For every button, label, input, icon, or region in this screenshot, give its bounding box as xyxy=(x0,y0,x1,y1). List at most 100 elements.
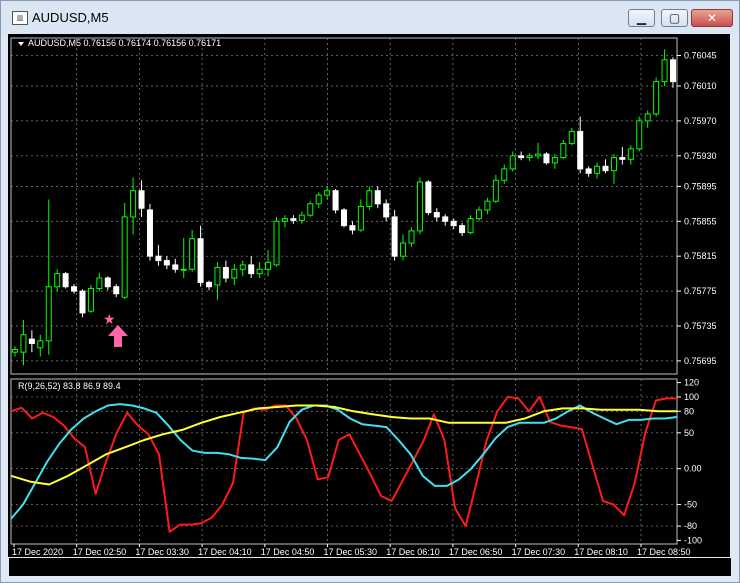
title-bar[interactable]: ▥ AUDUSD,M5 ▁ ▢ ✕ xyxy=(1,1,739,35)
candle[interactable] xyxy=(391,209,398,261)
close-button[interactable]: ✕ xyxy=(691,9,733,27)
candle-body xyxy=(619,157,626,160)
candle-body xyxy=(442,216,449,222)
candle-body xyxy=(450,220,457,227)
candle[interactable] xyxy=(332,188,339,214)
candle-body xyxy=(104,277,111,288)
candle-body xyxy=(568,130,575,145)
candle-body xyxy=(256,268,263,275)
maximize-button[interactable]: ▢ xyxy=(661,9,688,27)
candle-body xyxy=(37,340,44,349)
candle[interactable] xyxy=(341,208,347,228)
candle-body xyxy=(20,334,27,353)
candle-body xyxy=(298,214,305,221)
candle-body xyxy=(518,155,525,159)
maximize-icon: ▢ xyxy=(668,11,681,25)
candle-body xyxy=(383,203,390,218)
candle-body xyxy=(273,220,280,266)
candle-body xyxy=(281,218,288,222)
candle[interactable] xyxy=(425,180,432,216)
price-tick-label: 0.75895 xyxy=(684,181,717,191)
price-tick-label: 0.75815 xyxy=(684,251,717,261)
indicator-tick-label: 100 xyxy=(684,392,699,402)
candle-body xyxy=(366,190,373,207)
candle-body xyxy=(492,179,499,202)
time-tick-label: 17 Dec 07:30 xyxy=(512,547,566,557)
time-tick-label: 17 Dec 06:10 xyxy=(386,547,440,557)
candle-body xyxy=(96,277,103,289)
main-header: AUDUSD,M5 0.76156 0.76174 0.76156 0.7617… xyxy=(28,38,221,48)
price-tick-label: 0.76010 xyxy=(684,81,717,91)
candle[interactable] xyxy=(273,216,280,267)
candle[interactable] xyxy=(87,284,94,313)
chart-area[interactable]: 17 Dec 2020 17 Dec 02:50 17 Dec 03:30 17 De… xyxy=(8,34,730,557)
candle-body xyxy=(627,148,634,160)
candle-body xyxy=(332,190,339,211)
price-tick-label: 0.75695 xyxy=(684,356,717,366)
minimize-button[interactable]: ▁ xyxy=(628,9,655,27)
candle[interactable] xyxy=(307,201,314,217)
chart-window-icon: ▥ xyxy=(12,11,28,25)
candle-body xyxy=(602,165,609,172)
candle-body xyxy=(661,59,668,83)
candle-body xyxy=(54,273,61,288)
candle-body xyxy=(324,190,331,196)
candle-body xyxy=(62,273,69,288)
candle-body xyxy=(400,242,407,257)
candle-body xyxy=(28,338,35,344)
candle-body xyxy=(408,230,415,244)
candle[interactable] xyxy=(636,116,643,152)
candle-body xyxy=(231,268,238,279)
candle[interactable] xyxy=(543,152,550,165)
time-tick-label: 17 Dec 2020 xyxy=(12,547,63,557)
time-tick-label: 17 Dec 02:50 xyxy=(73,547,127,557)
candle-body xyxy=(475,209,482,220)
candle-body xyxy=(644,113,651,122)
window-title: AUDUSD,M5 xyxy=(32,10,109,25)
candle-body xyxy=(543,153,550,164)
time-tick-label: 17 Dec 08:50 xyxy=(637,547,691,557)
candle-body xyxy=(551,157,558,164)
candle-body xyxy=(535,153,542,157)
time-tick-label: 17 Dec 06:50 xyxy=(449,547,503,557)
candle-body xyxy=(307,203,314,216)
candle-body xyxy=(146,209,153,257)
candle-body xyxy=(585,168,592,174)
candle[interactable] xyxy=(653,77,660,117)
candle-body xyxy=(526,155,533,159)
candle-body xyxy=(374,190,381,205)
candle-body xyxy=(653,81,660,115)
candle-body xyxy=(349,225,356,231)
candle-body xyxy=(130,190,137,218)
star-marker: ★ xyxy=(103,312,116,328)
indicator-header: R(9,26,52) 83.8 86.9 89.4 xyxy=(18,381,121,391)
candle[interactable] xyxy=(62,271,69,289)
candle[interactable] xyxy=(121,202,128,299)
candle-body xyxy=(416,181,423,232)
candle-body xyxy=(172,264,179,270)
candle-body xyxy=(113,286,120,295)
candle-body xyxy=(180,268,187,271)
price-tick-label: 0.76045 xyxy=(684,50,717,60)
candle-body xyxy=(433,212,440,218)
candle[interactable] xyxy=(79,289,86,318)
indicator-tick-label: -80 xyxy=(684,521,697,531)
candle-body xyxy=(189,238,196,270)
time-tick-label: 17 Dec 05:30 xyxy=(324,547,378,557)
indicator-tick-label: -50 xyxy=(684,500,697,510)
indicator-tick-label: 120 xyxy=(684,378,699,388)
candle-body xyxy=(206,281,213,288)
candle-body xyxy=(425,181,432,214)
price-tick-label: 0.75735 xyxy=(684,321,717,331)
candle-body xyxy=(248,264,255,275)
candle[interactable] xyxy=(416,177,423,235)
time-tick-label: 17 Dec 08:10 xyxy=(574,547,628,557)
candle[interactable] xyxy=(146,203,153,261)
price-tick-label: 0.75930 xyxy=(684,151,717,161)
candle-body xyxy=(121,216,128,298)
candle-body xyxy=(636,120,643,150)
price-tick-label: 0.75775 xyxy=(684,286,717,296)
candle-body xyxy=(12,349,18,353)
time-tick-label: 17 Dec 04:50 xyxy=(261,547,315,557)
price-tick-label: 0.75970 xyxy=(684,116,717,126)
